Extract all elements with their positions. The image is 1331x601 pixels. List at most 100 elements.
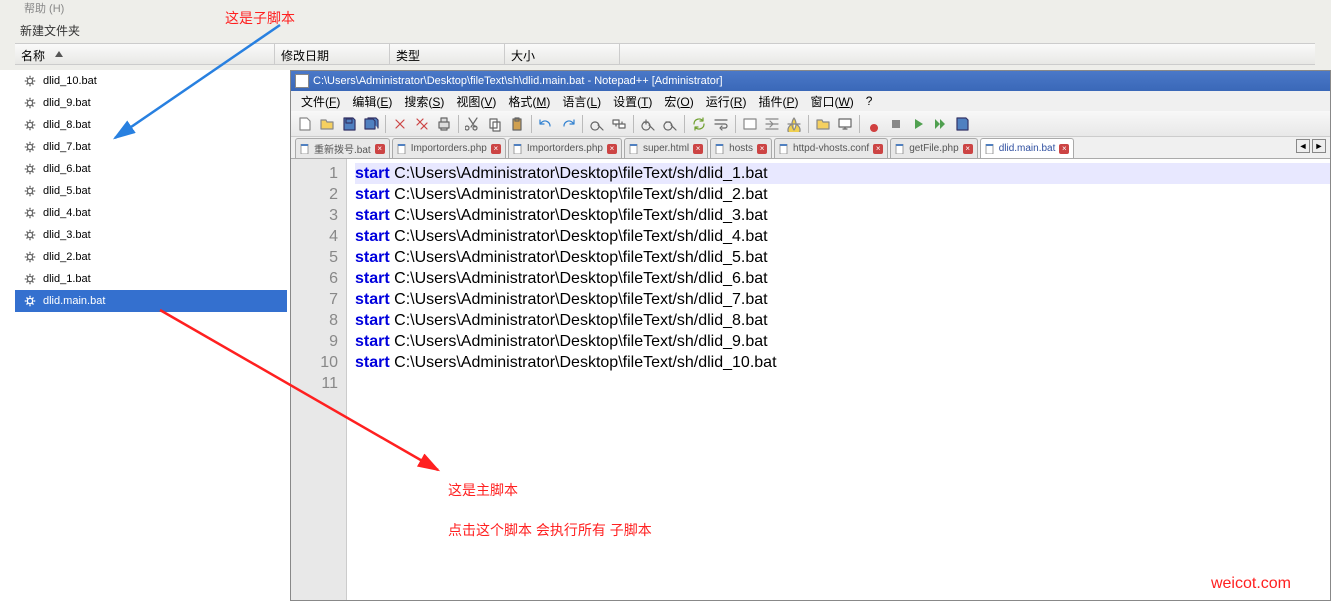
menu-item[interactable]: 格式(M) (502, 93, 556, 110)
new-file-icon[interactable] (295, 114, 315, 134)
file-row[interactable]: dlid_3.bat (15, 224, 287, 246)
code-line[interactable]: start C:\Users\Administrator\Desktop\fil… (355, 184, 1330, 205)
editor-tab[interactable]: httpd-vhosts.conf× (774, 138, 888, 158)
indent-icon[interactable] (762, 114, 782, 134)
new-folder-button[interactable]: 新建文件夹 (20, 22, 80, 39)
find-icon[interactable] (587, 114, 607, 134)
tab-next-button[interactable]: ► (1312, 139, 1326, 153)
file-name: dlid_1.bat (43, 273, 91, 285)
paste-icon[interactable] (507, 114, 527, 134)
replace-icon[interactable] (609, 114, 629, 134)
code-area[interactable]: 1234567891011 start C:\Users\Administrat… (291, 159, 1330, 600)
show-chars-icon[interactable] (740, 114, 760, 134)
tab-close-button[interactable]: × (693, 144, 703, 154)
file-row[interactable]: dlid_5.bat (15, 180, 287, 202)
open-icon[interactable] (317, 114, 337, 134)
save-macro-icon[interactable] (952, 114, 972, 134)
file-row[interactable]: dlid_2.bat (15, 246, 287, 268)
tab-bar: 重新拨号.bat×Importorders.php×Importorders.p… (291, 137, 1330, 159)
tab-close-button[interactable]: × (607, 144, 617, 154)
wrap-icon[interactable] (711, 114, 731, 134)
menu-item[interactable]: 搜索(S) (398, 93, 450, 110)
code-line[interactable]: start C:\Users\Administrator\Desktop\fil… (355, 226, 1330, 247)
file-row[interactable]: dlid_4.bat (15, 202, 287, 224)
tab-close-button[interactable]: × (873, 144, 883, 154)
file-tab-icon (985, 144, 995, 154)
tab-label: Importorders.php (411, 143, 487, 154)
tab-prev-button[interactable]: ◄ (1296, 139, 1310, 153)
menu-item[interactable]: 视图(V) (450, 93, 502, 110)
tab-close-button[interactable]: × (491, 144, 501, 154)
close-icon[interactable] (390, 114, 410, 134)
redo-icon[interactable] (558, 114, 578, 134)
sync-icon[interactable] (689, 114, 709, 134)
cut-icon[interactable] (463, 114, 483, 134)
tab-close-button[interactable]: × (375, 144, 385, 154)
file-row[interactable]: dlid_1.bat (15, 268, 287, 290)
code-line[interactable]: start C:\Users\Administrator\Desktop\fil… (355, 247, 1330, 268)
save-all-icon[interactable] (361, 114, 381, 134)
menu-item[interactable]: 宏(O) (658, 93, 699, 110)
code-lines[interactable]: start C:\Users\Administrator\Desktop\fil… (347, 159, 1330, 600)
copy-icon[interactable] (485, 114, 505, 134)
file-row[interactable]: dlid_6.bat (15, 158, 287, 180)
fast-icon[interactable] (930, 114, 950, 134)
bat-file-icon (23, 250, 37, 264)
stop-icon[interactable] (886, 114, 906, 134)
tab-close-button[interactable]: × (1059, 144, 1069, 154)
editor-tab[interactable]: Importorders.php × (392, 138, 506, 158)
tab-close-button[interactable]: × (963, 144, 973, 154)
file-name: dlid_4.bat (43, 207, 91, 219)
code-line[interactable]: start C:\Users\Administrator\Desktop\fil… (355, 289, 1330, 310)
code-line[interactable]: start C:\Users\Administrator\Desktop\fil… (355, 310, 1330, 331)
editor-tab[interactable]: dlid.main.bat× (980, 138, 1075, 158)
code-line[interactable] (355, 373, 1330, 394)
close-all-icon[interactable] (412, 114, 432, 134)
editor-tab[interactable]: 重新拨号.bat× (295, 138, 390, 158)
code-line[interactable]: start C:\Users\Administrator\Desktop\fil… (355, 163, 1330, 184)
menu-item[interactable]: 语言(L) (556, 93, 607, 110)
code-line[interactable]: start C:\Users\Administrator\Desktop\fil… (355, 205, 1330, 226)
code-line[interactable]: start C:\Users\Administrator\Desktop\fil… (355, 331, 1330, 352)
file-row[interactable]: dlid_9.bat (15, 92, 287, 114)
play-icon[interactable] (908, 114, 928, 134)
editor-tab[interactable]: Importorders.php× (508, 138, 622, 158)
zoom-in-icon[interactable] (638, 114, 658, 134)
tab-close-button[interactable]: × (757, 144, 767, 154)
column-name[interactable]: 名称 (15, 44, 275, 64)
tab-nav: ◄ ► (1296, 139, 1326, 153)
file-row[interactable]: dlid_10.bat (15, 70, 287, 92)
window-title-bar[interactable]: C:\Users\Administrator\Desktop\fileText\… (291, 71, 1330, 91)
code-line[interactable]: start C:\Users\Administrator\Desktop\fil… (355, 268, 1330, 289)
editor-tab[interactable]: hosts× (710, 138, 772, 158)
zoom-out-icon[interactable] (660, 114, 680, 134)
lang-icon[interactable] (784, 114, 804, 134)
menu-item[interactable]: ? (860, 94, 879, 108)
menu-item[interactable]: 运行(R) (700, 93, 753, 110)
code-line[interactable]: start C:\Users\Administrator\Desktop\fil… (355, 352, 1330, 373)
column-type[interactable]: 类型 (390, 44, 505, 64)
file-list: dlid_10.batdlid_9.batdlid_8.batdlid_7.ba… (15, 70, 287, 312)
menu-item[interactable]: 插件(P) (752, 93, 804, 110)
menu-item[interactable]: 文件(F) (295, 93, 346, 110)
menu-item[interactable]: 设置(T) (607, 93, 658, 110)
menu-item[interactable]: 编辑(E) (346, 93, 398, 110)
column-modified[interactable]: 修改日期 (275, 44, 390, 64)
print-icon[interactable] (434, 114, 454, 134)
folder-icon[interactable] (813, 114, 833, 134)
file-row[interactable]: dlid_8.bat (15, 114, 287, 136)
file-row[interactable]: dlid_7.bat (15, 136, 287, 158)
editor-tab[interactable]: getFile.php× (890, 138, 977, 158)
editor-tab[interactable]: super.html× (624, 138, 708, 158)
undo-icon[interactable] (536, 114, 556, 134)
help-menu[interactable]: 帮助 (H) (24, 0, 64, 16)
file-row[interactable]: dlid.main.bat (15, 290, 287, 312)
monitor-icon[interactable] (835, 114, 855, 134)
menu-item[interactable]: 窗口(W) (804, 93, 859, 110)
record-icon[interactable] (864, 114, 884, 134)
file-tab-icon (779, 144, 789, 154)
explorer-toolbar: 帮助 (H) 新建文件夹 名称 修改日期 类型 大小 (0, 0, 1331, 70)
column-size[interactable]: 大小 (505, 44, 620, 64)
window-title: C:\Users\Administrator\Desktop\fileText\… (313, 75, 723, 87)
save-icon[interactable] (339, 114, 359, 134)
